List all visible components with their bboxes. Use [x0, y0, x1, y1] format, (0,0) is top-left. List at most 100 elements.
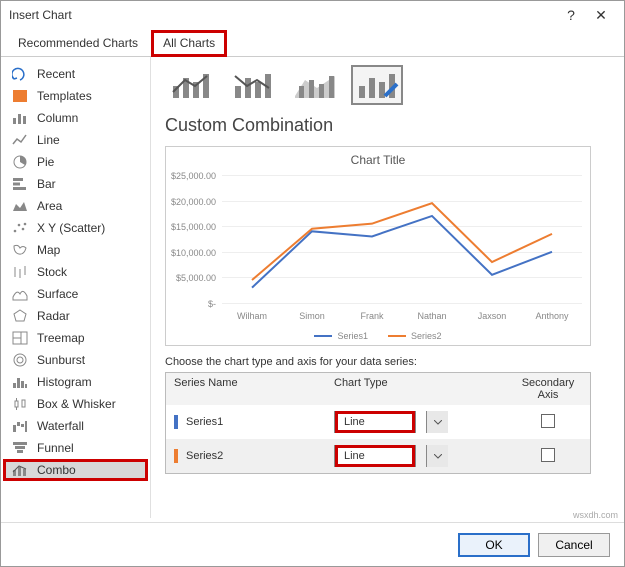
- sidebar-item-label: Sunburst: [37, 353, 85, 367]
- chart-preview-title: Chart Title: [166, 147, 590, 167]
- section-title: Custom Combination: [165, 115, 610, 136]
- sidebar-item-label: Surface: [37, 287, 78, 301]
- histogram-icon: [11, 375, 29, 389]
- secondary-axis-checkbox-2[interactable]: [541, 448, 555, 462]
- sidebar-item-area[interactable]: Area: [3, 195, 148, 217]
- ok-button[interactable]: OK: [458, 533, 530, 557]
- insert-chart-dialog: Insert Chart ? ✕ Recommended Charts All …: [0, 0, 625, 567]
- sidebar-item-column[interactable]: Column: [3, 107, 148, 129]
- radar-icon: [11, 309, 29, 323]
- sidebar-item-surface[interactable]: Surface: [3, 283, 148, 305]
- templates-icon: [11, 89, 29, 103]
- chart-type-select-2[interactable]: Line: [334, 445, 498, 467]
- series-table: Series Name Chart Type Secondary Axis Se…: [165, 372, 591, 474]
- recent-icon: [11, 67, 29, 81]
- sunburst-icon: [11, 353, 29, 367]
- chart-preview[interactable]: Chart Title $-$5,000.00$10,000.00$15,000…: [165, 146, 591, 346]
- combo-subtype-row: [165, 65, 610, 105]
- subtype-clustered-column-line[interactable]: [165, 65, 217, 105]
- tab-strip: Recommended Charts All Charts: [1, 29, 624, 57]
- sidebar-item-label: Waterfall: [37, 419, 84, 433]
- surface-icon: [11, 287, 29, 301]
- subtype-stacked-area-column[interactable]: [289, 65, 341, 105]
- sidebar-item-bar[interactable]: Bar: [3, 173, 148, 195]
- sidebar-item-label: Bar: [37, 177, 56, 191]
- series-table-header: Series Name Chart Type Secondary Axis: [166, 373, 590, 405]
- col-header-type: Chart Type: [326, 373, 506, 405]
- area-icon: [11, 199, 29, 213]
- sidebar-item-label: Map: [37, 243, 60, 257]
- legend-label: Series1: [337, 331, 368, 341]
- sidebar-item-scatter[interactable]: X Y (Scatter): [3, 217, 148, 239]
- series-row-2: Series2 Line: [166, 439, 590, 473]
- sidebar-item-label: Treemap: [37, 331, 85, 345]
- bar-icon: [11, 177, 29, 191]
- sidebar-item-label: Pie: [37, 155, 54, 169]
- col-header-secondary: Secondary Axis: [506, 373, 590, 405]
- subtype-clustered-column-line-secondary[interactable]: [227, 65, 279, 105]
- series-instruction: Choose the chart type and axis for your …: [165, 356, 610, 368]
- sidebar-item-combo[interactable]: Combo: [3, 459, 148, 481]
- watermark: wsxdh.com: [573, 510, 618, 520]
- line-icon: [11, 133, 29, 147]
- series-name: Series1: [186, 416, 223, 428]
- sidebar-item-label: Templates: [37, 89, 92, 103]
- sidebar-item-label: Recent: [37, 67, 75, 81]
- help-button[interactable]: ?: [556, 7, 586, 23]
- sidebar-item-label: Funnel: [37, 441, 74, 455]
- legend-item-series1: Series1: [314, 331, 368, 341]
- chart-body: $-$5,000.00$10,000.00$15,000.00$20,000.0…: [222, 175, 582, 303]
- secondary-axis-checkbox-1[interactable]: [541, 414, 555, 428]
- tab-recommended-charts[interactable]: Recommended Charts: [5, 29, 151, 56]
- treemap-icon: [11, 331, 29, 345]
- sidebar-item-histogram[interactable]: Histogram: [3, 371, 148, 393]
- waterfall-icon: [11, 419, 29, 433]
- sidebar-item-treemap[interactable]: Treemap: [3, 327, 148, 349]
- select-value: Line: [335, 411, 415, 433]
- series-color-marker: [174, 415, 178, 429]
- titlebar: Insert Chart ? ✕: [1, 1, 624, 29]
- subtype-custom-combination[interactable]: [351, 65, 403, 105]
- cancel-button[interactable]: Cancel: [538, 533, 610, 557]
- legend-label: Series2: [411, 331, 442, 341]
- map-icon: [11, 243, 29, 257]
- sidebar-item-funnel[interactable]: Funnel: [3, 437, 148, 459]
- sidebar-item-templates[interactable]: Templates: [3, 85, 148, 107]
- sidebar-item-label: Line: [37, 133, 60, 147]
- series-color-marker: [174, 449, 178, 463]
- main-panel: Custom Combination Chart Title $-$5,000.…: [151, 57, 624, 518]
- column-icon: [11, 111, 29, 125]
- sidebar-item-box-whisker[interactable]: Box & Whisker: [3, 393, 148, 415]
- box-whisker-icon: [11, 397, 29, 411]
- sidebar-item-line[interactable]: Line: [3, 129, 148, 151]
- legend-swatch: [388, 335, 406, 337]
- legend-swatch: [314, 335, 332, 337]
- sidebar-item-map[interactable]: Map: [3, 239, 148, 261]
- sidebar-item-label: Box & Whisker: [37, 397, 116, 411]
- sidebar-item-label: Stock: [37, 265, 67, 279]
- dialog-footer: OK Cancel: [1, 522, 624, 566]
- tab-all-charts[interactable]: All Charts: [151, 30, 227, 57]
- sidebar-item-label: Histogram: [37, 375, 92, 389]
- sidebar-item-label: X Y (Scatter): [37, 221, 105, 235]
- col-header-name: Series Name: [166, 373, 326, 405]
- sidebar-item-label: Column: [37, 111, 78, 125]
- scatter-icon: [11, 221, 29, 235]
- dialog-title: Insert Chart: [9, 8, 556, 22]
- dropdown-button[interactable]: [426, 411, 448, 433]
- chart-legend: Series1 Series2: [166, 331, 590, 341]
- select-value: Line: [335, 445, 415, 467]
- sidebar-item-label: Combo: [37, 463, 76, 477]
- sidebar-item-stock[interactable]: Stock: [3, 261, 148, 283]
- close-button[interactable]: ✕: [586, 7, 616, 24]
- sidebar-item-sunburst[interactable]: Sunburst: [3, 349, 148, 371]
- sidebar-item-pie[interactable]: Pie: [3, 151, 148, 173]
- series-name: Series2: [186, 450, 223, 462]
- sidebar-item-waterfall[interactable]: Waterfall: [3, 415, 148, 437]
- dropdown-button[interactable]: [426, 445, 448, 467]
- chart-type-select-1[interactable]: Line: [334, 411, 498, 433]
- sidebar-item-label: Area: [37, 199, 62, 213]
- sidebar-item-radar[interactable]: Radar: [3, 305, 148, 327]
- stock-icon: [11, 265, 29, 279]
- sidebar-item-recent[interactable]: Recent: [3, 63, 148, 85]
